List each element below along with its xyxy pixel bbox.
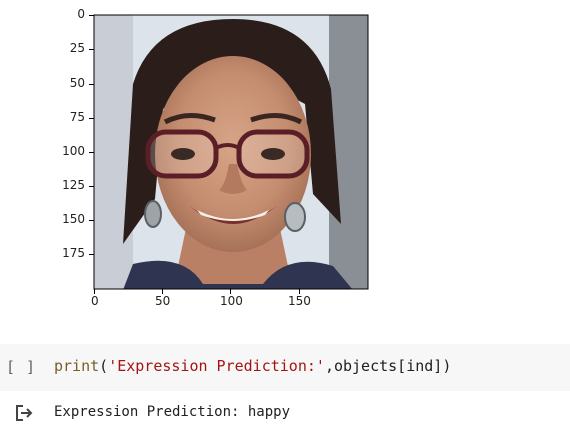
y-tick-label: 100	[62, 144, 85, 158]
y-tick-label: 25	[69, 41, 85, 55]
image-axes	[93, 14, 369, 290]
code-string-token: 'Expression Prediction:'	[108, 357, 325, 375]
code-cell[interactable]: [ ] print('Expression Prediction:',objec…	[0, 344, 570, 391]
x-tick-label: 50	[155, 294, 171, 308]
cell-output: Expression Prediction: happy	[0, 392, 570, 428]
x-tick-label: 100	[220, 294, 243, 308]
y-tick-label: 125	[62, 178, 85, 192]
y-tick-stubs	[89, 15, 94, 255]
code-function-token: print	[54, 357, 100, 375]
y-tick-label: 0	[77, 7, 85, 21]
y-tick-label: 175	[62, 246, 85, 260]
y-tick-label: 50	[69, 76, 85, 90]
output-text: Expression Prediction: happy	[54, 404, 291, 420]
run-cell-button[interactable]: [ ]	[6, 358, 36, 376]
x-tick-label: 150	[288, 294, 311, 308]
code-args-token: ,objects[ind])	[324, 357, 452, 375]
code-editor-line[interactable]: print('Expression Prediction:',objects[i…	[54, 357, 451, 375]
y-tick-label: 150	[62, 212, 85, 226]
y-tick-label: 75	[69, 110, 85, 124]
code-paren-token: (	[99, 357, 109, 375]
matplotlib-figure: 0 25 50 75 100 125 150 175 0 50 100 150	[0, 0, 570, 320]
face-photo	[94, 15, 368, 289]
x-tick-label: 0	[91, 294, 99, 308]
output-arrow-icon[interactable]	[15, 404, 35, 422]
